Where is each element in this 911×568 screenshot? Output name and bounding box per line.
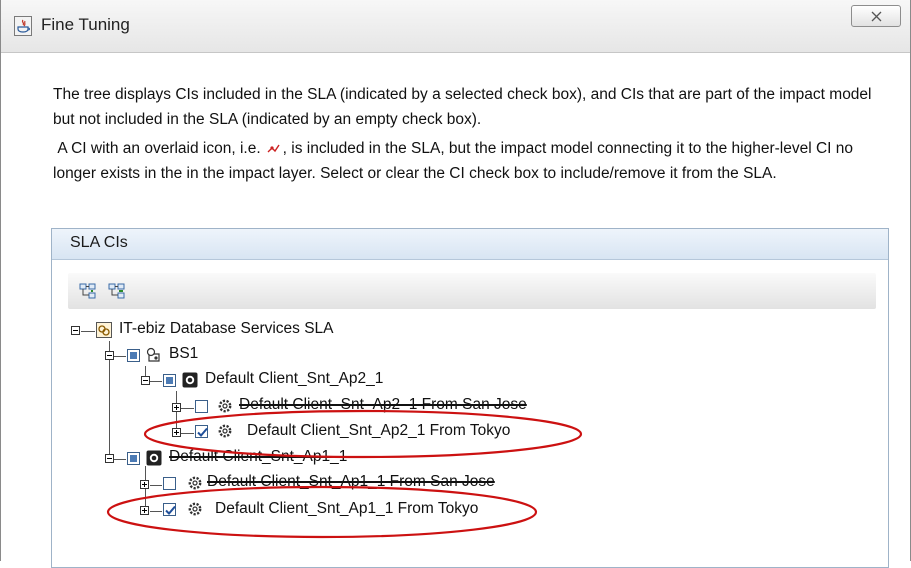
annotation-ellipse-ap1-tokyo — [106, 485, 538, 539]
fine-tuning-dialog: Fine Tuning The tree displays CIs includ… — [0, 0, 911, 568]
annotation-ellipse-ap2-tokyo — [143, 409, 583, 459]
sla-ci-tree: IT-ebiz Database Services SLA BS1 Defaul… — [1, 0, 911, 561]
annotation-layer — [106, 409, 583, 539]
